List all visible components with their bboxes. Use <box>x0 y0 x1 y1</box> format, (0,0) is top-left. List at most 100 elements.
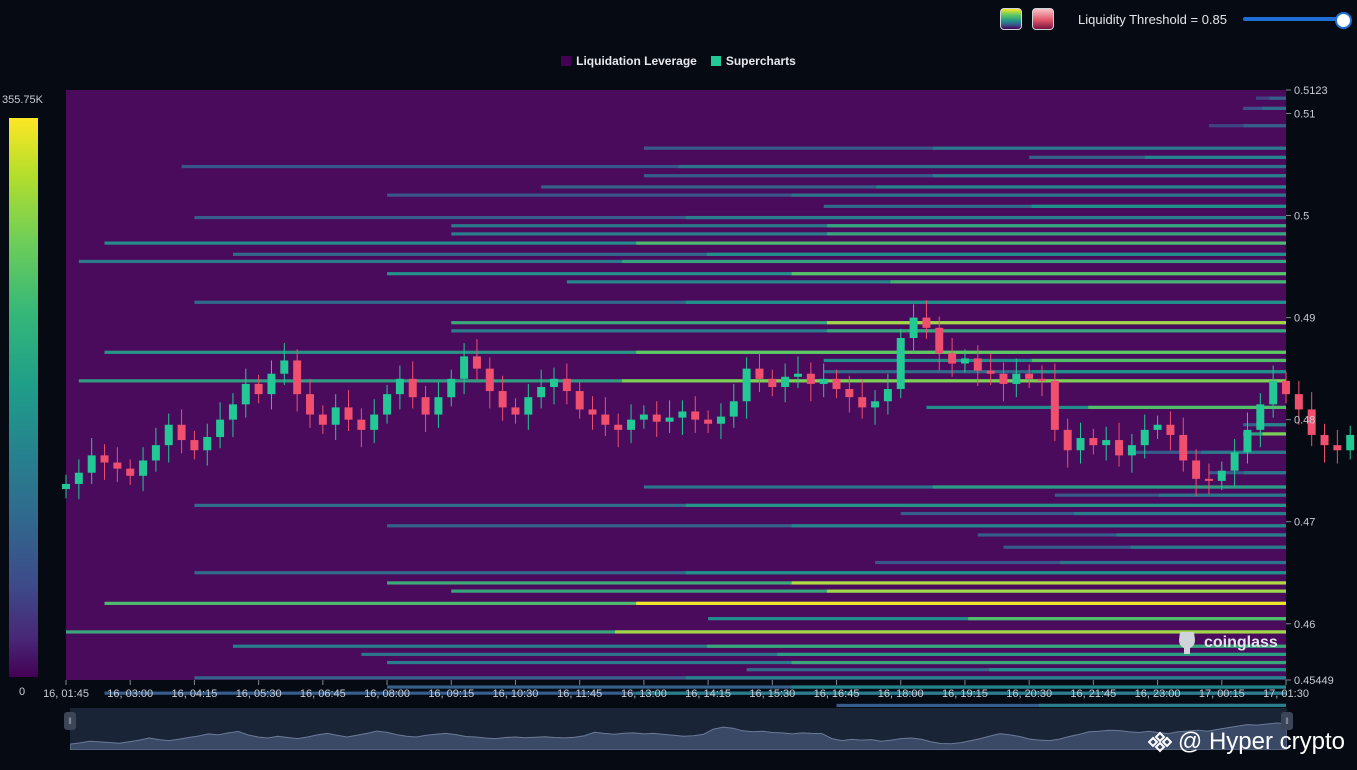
candle-body <box>678 411 687 418</box>
candle-body <box>999 373 1008 384</box>
candle-body <box>485 368 494 392</box>
candle-body <box>562 378 571 392</box>
candle-body <box>126 468 135 476</box>
x-tick-label: 17, 00:15 <box>1199 688 1245 700</box>
candle-body <box>408 378 417 398</box>
liquidity-band-hot <box>685 571 1286 575</box>
liquidity-band-hot <box>1059 560 1286 565</box>
x-tick-label: 16, 03:00 <box>107 688 153 700</box>
liquidity-band-hot <box>1074 511 1286 516</box>
liquidity-band-hot <box>932 485 1286 489</box>
colorbar <box>9 118 38 677</box>
candle-body <box>896 338 905 390</box>
candle-body <box>447 378 456 398</box>
candle-body <box>1140 429 1149 446</box>
x-axis: 16, 01:45 16, 03:00 16, 04:15 16, 05:30 16, … <box>43 680 1309 700</box>
candle-body <box>1294 394 1303 410</box>
liquidity-band-hot <box>791 581 1286 585</box>
liquidity-band-hot <box>1130 545 1286 549</box>
candle-body <box>588 409 597 415</box>
candle-body <box>113 462 122 469</box>
liquidity-threshold-label: Liquidity Threshold = 0.85 <box>1078 11 1227 27</box>
liquidity-band-hot <box>1144 155 1286 159</box>
liquidity-threshold-slider[interactable] <box>1243 12 1353 29</box>
x-tick-label: 16, 14:15 <box>685 688 731 700</box>
candle-body <box>498 391 507 408</box>
y-tick-label: 0.49 <box>1294 313 1315 325</box>
x-tick-label: 16, 05:30 <box>236 688 282 700</box>
y-tick-label: 0.5 <box>1294 211 1309 223</box>
time-navigator[interactable] <box>69 708 1288 751</box>
candle-body <box>1333 445 1342 451</box>
x-tick-label: 16, 23:00 <box>1135 688 1181 700</box>
candle-body <box>1346 434 1355 451</box>
liquidity-band-hot <box>685 215 1286 220</box>
candle-body <box>550 378 558 387</box>
candle-body <box>511 407 520 415</box>
candle-body <box>254 383 263 395</box>
x-tick-label: 16, 11:45 <box>557 688 602 700</box>
liquidity-band-hot <box>791 272 1286 276</box>
candle-body <box>1050 380 1059 430</box>
candle-body <box>216 419 225 437</box>
candle-body <box>357 419 366 430</box>
x-tick-label: 16, 16:45 <box>814 688 860 700</box>
candle-body <box>1192 460 1201 479</box>
navigator-left-handle[interactable]: ǁ <box>64 712 76 730</box>
liquidity-band-hot <box>622 259 1286 264</box>
x-tick-label: 16, 10:30 <box>493 688 539 700</box>
candle-body <box>1115 440 1124 456</box>
liquidity-band-hot <box>932 146 1286 150</box>
candle-body <box>922 317 931 328</box>
candle-body <box>395 378 404 395</box>
liquidity-band-hot <box>932 174 1286 178</box>
liquidity-band-hot <box>706 252 1286 256</box>
candle-body <box>704 419 713 424</box>
candle-body <box>1230 452 1239 471</box>
coinglass-brand: coinglass <box>1204 634 1278 651</box>
liquidity-band-hot <box>685 676 1286 680</box>
x-tick-label: 16, 13:00 <box>621 688 667 700</box>
candle-body <box>1269 380 1278 405</box>
liquidity-band-hot <box>791 524 1286 528</box>
candle-body <box>228 404 237 420</box>
candle-body <box>1076 438 1085 451</box>
x-tick-label: 16, 04:15 <box>171 688 217 700</box>
liquidity-band-hot <box>636 350 1286 354</box>
candle-body <box>164 424 173 446</box>
liquidation-heatmap-chart[interactable]: 0.5123 0.51 0.5 0.49 0.48 0.47 0.46 0.45449 16,… <box>0 0 1357 770</box>
candle-body <box>781 376 790 387</box>
candle-body <box>472 356 481 369</box>
legend-item-supercharts[interactable]: Supercharts <box>710 54 796 68</box>
colorbar-max-label: 355.75K <box>2 94 43 106</box>
liquidity-band-hot <box>685 300 1286 304</box>
candle-body <box>1102 440 1111 446</box>
y-axis: 0.5123 0.51 0.5 0.49 0.48 0.47 0.46 0.45449 <box>1286 85 1334 687</box>
candle-body <box>665 417 674 422</box>
candle-body <box>614 424 623 430</box>
candle-body <box>190 440 199 451</box>
candle-body <box>639 414 648 420</box>
red-palette-button[interactable] <box>1032 8 1054 30</box>
candle-body <box>1256 404 1265 430</box>
candle-body <box>948 353 957 364</box>
candle-body <box>139 460 148 476</box>
candle-body <box>1166 424 1175 435</box>
candle-body <box>794 373 802 377</box>
liquidity-band-hot <box>1262 432 1286 436</box>
liquidity-band-hot <box>890 280 1286 284</box>
x-tick-label: 16, 19:15 <box>942 688 988 700</box>
candle-body <box>858 397 867 408</box>
legend-item-liquidation-leverage[interactable]: Liquidation Leverage <box>561 54 697 68</box>
candle-body <box>293 360 302 395</box>
liquidity-band-hot <box>678 164 1286 169</box>
author-watermark: @ Hyper crypto <box>1147 728 1345 756</box>
liquidity-band-hot <box>968 617 1286 621</box>
candle-body <box>986 370 995 374</box>
y-tick-label: 0.46 <box>1294 619 1315 631</box>
x-tick-label: 16, 15:30 <box>749 688 795 700</box>
candle-body <box>344 407 353 420</box>
liquidity-band-hot <box>791 193 1286 197</box>
candle-body <box>845 389 854 398</box>
viridis-palette-button[interactable] <box>1000 8 1022 30</box>
